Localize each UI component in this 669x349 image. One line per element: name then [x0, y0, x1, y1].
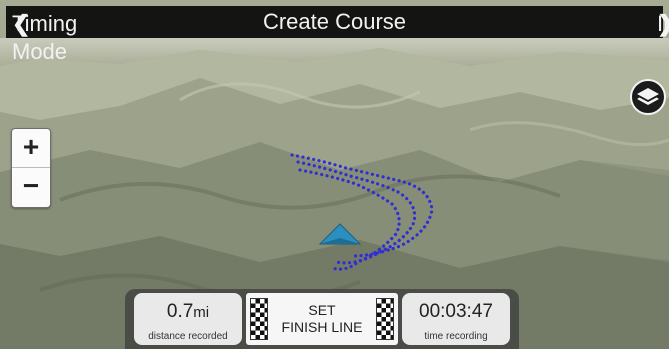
recording-panel: 0.7mi distance recorded SET FINISH LINE … — [125, 289, 519, 349]
finish-line-text-1: SET — [308, 302, 336, 318]
minus-icon: − — [22, 170, 40, 201]
distance-card: 0.7mi distance recorded — [134, 293, 242, 345]
set-finish-line-button[interactable]: SET FINISH LINE — [246, 293, 398, 345]
map-screen: Create Course ❮Timing Mode Instruments❯ … — [0, 0, 669, 349]
distance-unit: mi — [193, 304, 210, 321]
time-caption: time recording — [424, 331, 488, 342]
distance-number: 0.7 — [166, 301, 194, 322]
layers-icon — [637, 88, 659, 105]
time-card: 00:03:47 time recording — [402, 293, 510, 345]
zoom-out-button[interactable]: − — [12, 168, 50, 206]
checkered-flag-icon — [250, 298, 268, 340]
top-navigation-bar: Create Course ❮Timing Mode Instruments❯ — [6, 6, 669, 64]
time-value: 00:03:47 — [419, 301, 493, 322]
plus-icon: + — [22, 131, 40, 162]
distance-caption: distance recorded — [148, 331, 228, 342]
zoom-control: + − — [11, 128, 51, 208]
back-label: Timing Mode — [12, 11, 78, 64]
finish-line-label: SET FINISH LINE — [270, 302, 374, 336]
zoom-in-button[interactable]: + — [12, 129, 50, 168]
chevron-right-icon: ❯ — [657, 10, 669, 38]
page-title: Create Course — [262, 9, 407, 34]
finish-line-text-2: FINISH LINE — [281, 319, 363, 335]
map-layers-button[interactable] — [630, 79, 666, 115]
distance-value: 0.7mi — [134, 301, 242, 324]
checkered-flag-icon — [376, 298, 394, 340]
